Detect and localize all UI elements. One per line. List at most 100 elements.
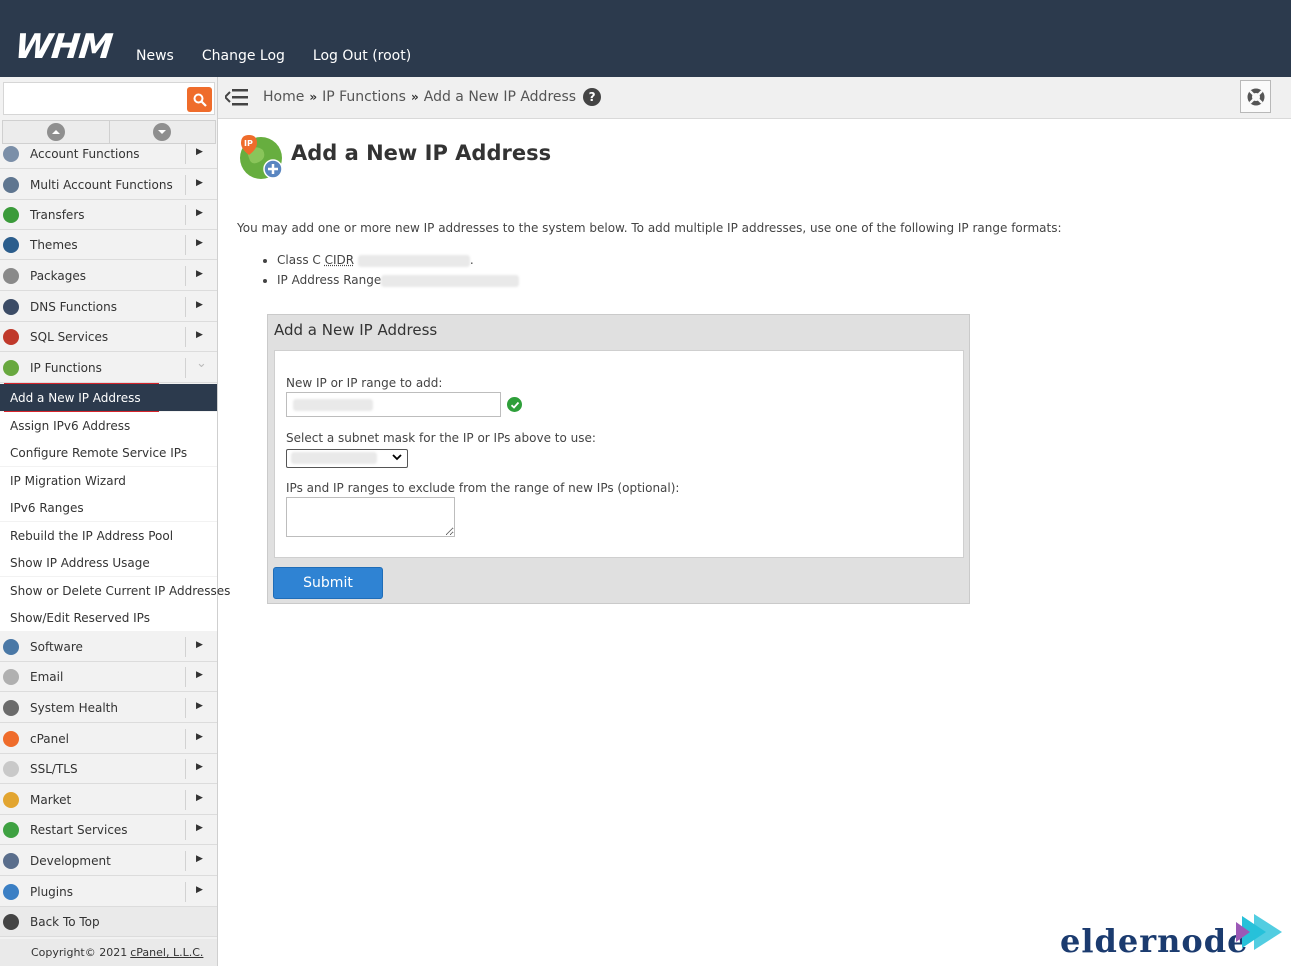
sidebar-subitem-rebuild-the-ip-address-pool[interactable]: Rebuild the IP Address Pool — [0, 522, 217, 549]
sidebar-search-input[interactable] — [4, 83, 182, 114]
sidebar-item-multi-account-functions[interactable]: Multi Account Functions ▶ — [0, 170, 217, 200]
sidebar-item-label: Restart Services — [30, 822, 128, 837]
breadcrumb-ip-functions[interactable]: IP Functions — [322, 89, 406, 105]
sidebar-subitem-configure-remote-service-ips[interactable]: Configure Remote Service IPs — [0, 439, 217, 466]
account-icon — [3, 146, 19, 162]
chevron-right-icon[interactable]: ▶ — [196, 269, 203, 279]
item-divider — [185, 235, 186, 255]
top-nav: News Change Log Log Out (root) — [136, 48, 411, 64]
add-ip-form-panel: Add a New IP Address New IP or IP range … — [267, 314, 970, 604]
breadcrumb-home[interactable]: Home — [263, 89, 304, 105]
menu-toggle-icon[interactable] — [225, 87, 249, 107]
nav-logout-link[interactable]: Log Out (root) — [313, 48, 411, 64]
item-divider — [185, 729, 186, 749]
form-body: New IP or IP range to add: Select a subn… — [274, 350, 964, 558]
themes-icon — [3, 237, 19, 253]
chevron-right-icon[interactable]: ▶ — [196, 885, 203, 895]
chevron-right-icon[interactable]: ▶ — [196, 854, 203, 864]
sidebar-item-sql-services[interactable]: SQL Services ▶ — [0, 322, 217, 352]
sidebar-subitem-assign-ipv6-address[interactable]: Assign IPv6 Address — [0, 412, 217, 439]
cpanel-icon — [3, 731, 19, 747]
chevron-right-icon[interactable]: ▶ — [196, 732, 203, 742]
market-icon — [3, 792, 19, 808]
item-divider — [185, 637, 186, 657]
eldernode-logo-text: eldernode — [1060, 922, 1249, 960]
sidebar-item-system-health[interactable]: System Health ▶ — [0, 693, 217, 723]
chevron-down-icon[interactable]: ⌄ — [196, 356, 207, 371]
breadcrumb-bar: Home » IP Functions » Add a New IP Addre… — [218, 77, 1291, 119]
sidebar-item-cpanel[interactable]: cPanel ▶ — [0, 724, 217, 754]
sidebar-item-back-to-top[interactable]: Back To Top — [0, 907, 217, 937]
sidebar-item-transfers[interactable]: Transfers ▶ — [0, 200, 217, 230]
subnet-mask-select[interactable] — [286, 449, 408, 468]
chevron-right-icon[interactable]: ▶ — [196, 701, 203, 711]
support-button[interactable] — [1240, 80, 1271, 113]
help-icon[interactable]: ? — [583, 88, 602, 106]
sidebar-subitem-ip-migration-wizard[interactable]: IP Migration Wizard — [0, 467, 217, 494]
submit-button[interactable]: Submit — [273, 567, 383, 599]
sidebar-subitem-ipv6-ranges[interactable]: IPv6 Ranges — [0, 494, 217, 521]
sidebar-subitem-show-or-delete-current-ip-addresses[interactable]: Show or Delete Current IP Addresses — [0, 577, 230, 604]
sidebar-item-label: Account Functions — [30, 146, 140, 161]
sidebar-item-development[interactable]: Development ▶ — [0, 846, 217, 876]
item-divider — [185, 205, 186, 225]
item-divider — [185, 790, 186, 810]
sidebar-item-label: Market — [30, 792, 72, 807]
sidebar-search — [3, 82, 215, 115]
sidebar-item-plugins[interactable]: Plugins ▶ — [0, 877, 217, 907]
software-icon — [3, 639, 19, 655]
chevron-right-icon[interactable]: ▶ — [196, 670, 203, 680]
chevron-right-icon[interactable]: ▶ — [196, 238, 203, 248]
sidebar-item-label: SQL Services — [30, 329, 109, 344]
svg-text:IP: IP — [244, 139, 253, 148]
search-button[interactable] — [187, 87, 212, 112]
sidebar-item-email[interactable]: Email ▶ — [0, 662, 217, 692]
sidebar-item-label: Multi Account Functions — [30, 177, 173, 192]
sidebar-subitem-show-ip-address-usage[interactable]: Show IP Address Usage — [0, 549, 217, 576]
chevron-right-icon[interactable]: ▶ — [196, 762, 203, 772]
sidebar-item-software[interactable]: Software ▶ — [0, 632, 217, 662]
cpanel-link[interactable]: cPanel, L.L.C. — [130, 946, 203, 959]
sidebar-item-label: Development — [30, 853, 111, 868]
chevron-right-icon[interactable]: ▶ — [196, 147, 203, 157]
chevron-right-icon[interactable]: ▶ — [196, 208, 203, 218]
chevron-right-icon[interactable]: ▶ — [196, 300, 203, 310]
whm-logo[interactable]: WHM — [13, 27, 114, 67]
system-health-icon — [3, 700, 19, 716]
chevron-right-icon[interactable]: ▶ — [196, 178, 203, 188]
chevron-right-icon[interactable]: ▶ — [196, 823, 203, 833]
sidebar-item-ip-functions[interactable]: IP Functions ⌄ — [0, 353, 217, 383]
page-title: Add a New IP Address — [291, 141, 552, 165]
sidebar: Copyright© 2021 cPanel, L.L.C. Account F… — [0, 77, 230, 966]
sidebar-item-themes[interactable]: Themes ▶ — [0, 230, 217, 260]
sidebar-item-label: DNS Functions — [30, 299, 117, 314]
sidebar-item-market[interactable]: Market ▶ — [0, 785, 217, 815]
nav-change-log-link[interactable]: Change Log — [202, 48, 285, 64]
sidebar-item-label: Back To Top — [30, 914, 100, 929]
form-heading: Add a New IP Address — [274, 321, 438, 339]
sidebar-item-label: Themes — [30, 237, 78, 252]
sidebar-subitem-add-a-new-ip-address[interactable]: Add a New IP Address — [0, 384, 217, 411]
exclude-label: IPs and IP ranges to exclude from the ra… — [286, 481, 680, 495]
sidebar-item-restart-services[interactable]: Restart Services ▶ — [0, 815, 217, 845]
chevron-right-icon[interactable]: ▶ — [196, 330, 203, 340]
top-bar: WHM News Change Log Log Out (root) — [0, 0, 1291, 77]
packages-icon — [3, 268, 19, 284]
sidebar-item-dns-functions[interactable]: DNS Functions ▶ — [0, 292, 217, 322]
item-divider — [185, 175, 186, 195]
nav-news-link[interactable]: News — [136, 48, 174, 64]
breadcrumb: Home » IP Functions » Add a New IP Addre… — [263, 88, 602, 106]
breadcrumb-separator: » — [410, 90, 419, 104]
item-divider — [185, 667, 186, 687]
sidebar-item-label: Plugins — [30, 884, 73, 899]
chevron-right-icon[interactable]: ▶ — [196, 793, 203, 803]
item-divider — [185, 358, 186, 378]
sidebar-item-packages[interactable]: Packages ▶ — [0, 261, 217, 291]
chevron-right-icon[interactable]: ▶ — [196, 640, 203, 650]
exclude-ips-textarea[interactable] — [286, 497, 455, 537]
sidebar-item-ssl-tls[interactable]: SSL/TLS ▶ — [0, 754, 217, 784]
sidebar-subitem-show-edit-reserved-ips[interactable]: Show/Edit Reserved IPs — [0, 604, 217, 631]
sidebar-item-account-functions[interactable]: Account Functions ▶ — [0, 139, 217, 169]
eldernode-watermark: eldernode — [1058, 912, 1288, 962]
sidebar-item-label: cPanel — [30, 731, 69, 746]
